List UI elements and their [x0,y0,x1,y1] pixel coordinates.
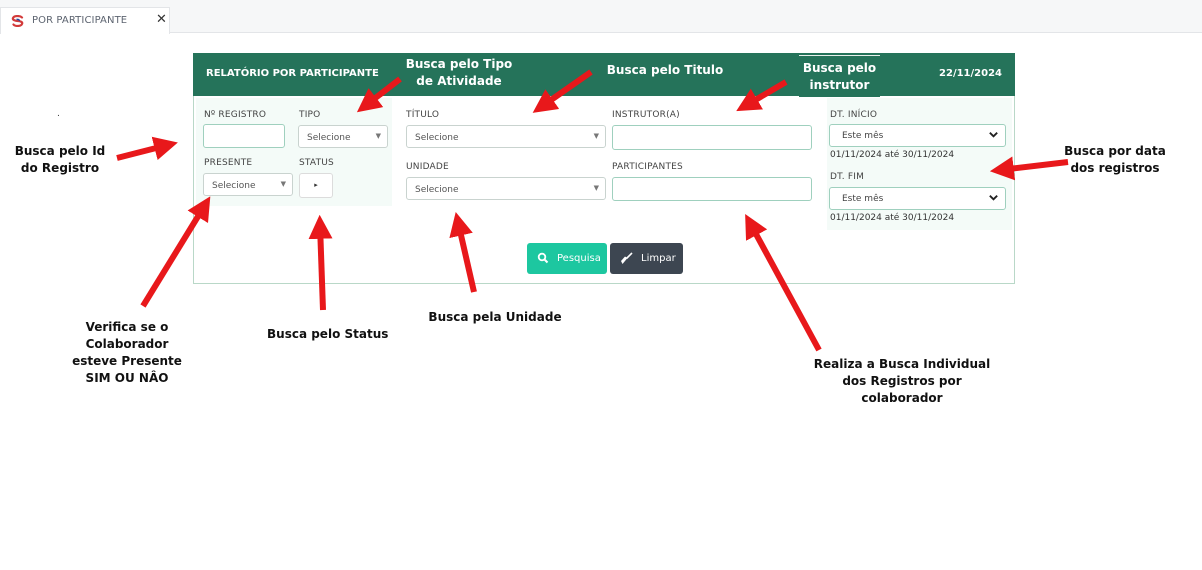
annotation-individual: Realiza a Busca Individual dos Registros… [812,356,992,407]
status-toggle[interactable]: ▸ [299,173,333,198]
search-button-label: Pesquisa [557,253,601,264]
annotation-line: Busca pelo Tipo [405,57,513,71]
tipo-select-value: Selecione [307,133,351,143]
dt-inicio-label: DT. INÍCIO [830,110,878,120]
tab-por-participante[interactable]: POR PARTICIPANTE ✕ [0,7,170,34]
unidade-select-value: Selecione [415,185,459,195]
annotation-tipo-atividade: Busca pelo Tipo de Atividade [399,56,519,90]
red-arrow-icon [116,136,178,161]
caret-down-icon: ▼ [593,132,599,140]
dt-inicio-select[interactable]: Este mês [829,124,1006,147]
annotation-instrutor: Busca pelo instrutor [799,60,880,94]
annotation-id-registro: Busca pelo Id do Registro [10,143,110,177]
dt-inicio-value: Este mês [842,131,884,141]
status-label: STATUS [299,158,334,168]
report-panel: RELATÓRIO POR PARTICIPANTE 22/11/2024 Nº… [193,53,1015,284]
chevron-down-icon [989,132,998,138]
annotation-line: Colaborador [85,337,169,351]
chevron-down-icon [989,195,998,201]
clear-button-label: Limpar [641,253,676,264]
unidade-select[interactable]: Selecione ▼ [406,177,606,200]
screen: POR PARTICIPANTE ✕ . RELATÓRIO POR PARTI… [0,0,1202,570]
tab-bar: POR PARTICIPANTE ✕ [0,0,1202,34]
dt-inicio-range: 01/11/2024 até 30/11/2024 [830,150,955,160]
annotation-line: dos Registros por [842,374,962,388]
participantes-input[interactable] [612,177,812,201]
titulo-select-value: Selecione [415,133,459,143]
presente-label: PRESENTE [204,158,253,168]
titulo-label: TÍTULO [406,110,440,120]
dt-fim-label: DT. FIM [830,172,865,182]
dt-fim-select[interactable]: Este mês [829,187,1006,210]
unidade-label: UNIDADE [406,162,449,172]
registro-input[interactable] [203,124,285,148]
registro-label: Nº REGISTRO [204,110,267,120]
dt-fim-value: Este mês [842,194,884,204]
titulo-select[interactable]: Selecione ▼ [406,125,606,148]
participantes-label: PARTICIPANTES [612,162,683,172]
annotation-line: Busca por data [1064,144,1166,158]
annotation-line: de Atividade [416,74,502,88]
caret-right-icon: ▸ [314,181,318,189]
annotation-line: SIM OU NÂO [85,371,169,385]
annotation-line: Realiza a Busca Individual [813,357,991,371]
search-icon [537,252,549,264]
search-button[interactable]: Pesquisa [527,243,607,274]
broom-icon [621,252,633,264]
annotation-status: Busca pelo Status [267,327,389,341]
stray-dot: . [57,109,60,119]
annotation-line: colaborador [861,391,943,405]
panel-title: RELATÓRIO POR PARTICIPANTE [206,68,379,79]
annotation-line: esteve Presente [72,354,182,368]
presente-select[interactable]: Selecione ▼ [203,173,293,196]
panel-date: 22/11/2024 [939,68,1002,79]
annotation-titulo: Busca pelo Titulo [606,63,724,77]
tipo-select[interactable]: Selecione ▼ [298,125,388,148]
dt-fim-range: 01/11/2024 até 30/11/2024 [830,213,955,223]
annotation-unidade: Busca pela Unidade [428,310,562,324]
left-filter-group: Nº REGISTRO TIPO Selecione ▼ PRESENTE Se… [196,98,392,206]
caret-down-icon: ▼ [375,132,381,140]
clear-button[interactable]: Limpar [610,243,683,274]
annotation-line: do Registro [20,161,100,175]
presente-select-value: Selecione [212,181,256,191]
annotation-line: dos registros [1070,161,1160,175]
annotation-data: Busca por data dos registros [1062,143,1168,177]
annotation-presente: Verifica se o Colaborador esteve Present… [72,319,182,387]
annotation-line: instrutor [809,78,870,92]
instrutor-label: INSTRUTOR(A) [612,110,680,120]
app-logo-icon [11,15,24,27]
caret-down-icon: ▼ [280,180,286,188]
date-filter-group: DT. INÍCIO Este mês 01/11/2024 até 30/11… [827,98,1012,230]
close-icon[interactable]: ✕ [156,12,167,27]
tipo-label: TIPO [299,110,321,120]
caret-down-icon: ▼ [593,184,599,192]
annotation-line: Busca pelo Id [14,144,106,158]
instrutor-input[interactable] [612,125,812,150]
tab-label: POR PARTICIPANTE [32,15,128,26]
annotation-line: Busca pelo [802,61,877,75]
annotation-line: Verifica se o [85,320,169,334]
